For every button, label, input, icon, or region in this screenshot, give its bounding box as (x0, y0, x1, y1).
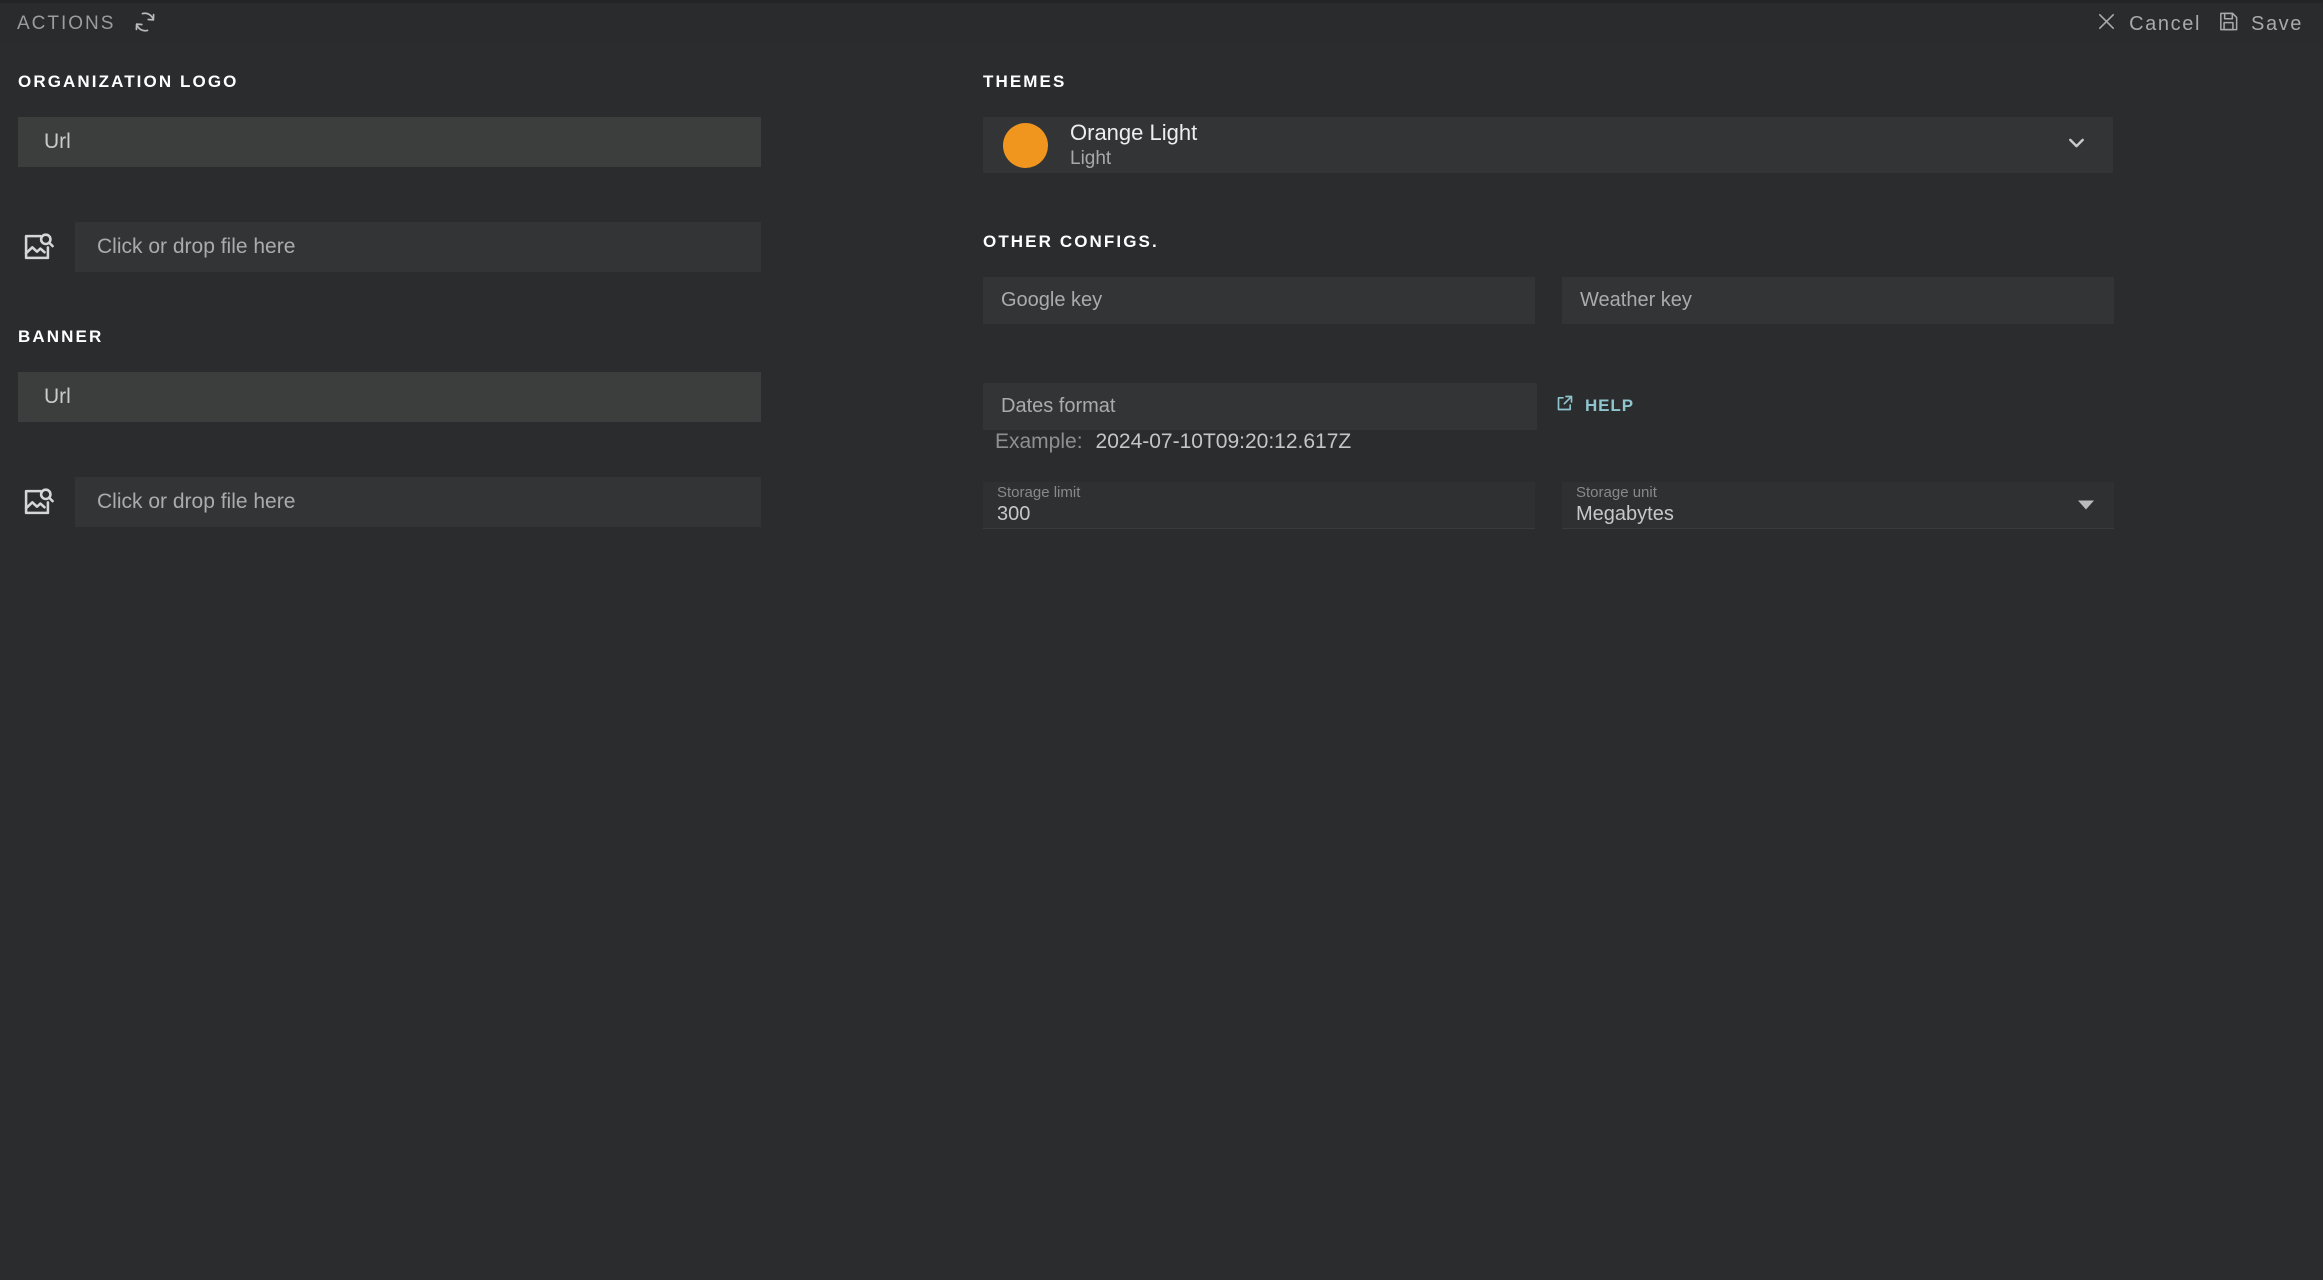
save-floppy-icon (2217, 10, 2240, 39)
storage-limit-label: Storage limit (997, 484, 1081, 502)
dates-format-placeholder: Dates format (1001, 395, 1116, 417)
chevron-down-icon (2064, 130, 2089, 160)
banner-url-input[interactable]: Url (18, 372, 761, 422)
storage-unit-label: Storage unit (1576, 484, 1657, 502)
storage-limit-input[interactable]: Storage limit 300 (983, 482, 1535, 529)
dates-format-example: Example: 2024-07-10T09:20:12.617Z (995, 430, 1351, 454)
organization-logo-file-row: Click or drop file here (18, 222, 761, 272)
actions-label: ACTIONS (17, 13, 116, 34)
weather-key-input[interactable]: Weather key (1562, 277, 2114, 324)
settings-body: ORGANIZATION LOGO Url Click or drop file… (0, 45, 2323, 1280)
caret-down-icon (2078, 500, 2094, 510)
topbar-left-group: ACTIONS (0, 10, 157, 39)
theme-selected-name: Orange Light (1070, 120, 1198, 146)
theme-select[interactable]: Orange Light Light (983, 117, 2113, 173)
save-button-label: Save (2251, 12, 2303, 35)
weather-key-placeholder: Weather key (1580, 289, 1692, 311)
save-button[interactable]: Save (2217, 10, 2303, 39)
banner-url-placeholder: Url (44, 385, 71, 408)
theme-selected-mode: Light (1070, 147, 1112, 169)
dates-format-help-link[interactable]: HELP (1555, 393, 1634, 418)
external-link-icon (1555, 393, 1575, 418)
theme-select-texts: Orange Light Light (1070, 120, 1198, 169)
storage-limit-value: 300 (997, 502, 1031, 525)
google-key-input[interactable]: Google key (983, 277, 1535, 324)
storage-unit-select[interactable]: Storage unit Megabytes (1562, 482, 2114, 529)
banner-dropzone-label: Click or drop file here (97, 490, 296, 513)
organization-logo-url-placeholder: Url (44, 130, 71, 153)
organization-logo-dropzone-label: Click or drop file here (97, 235, 296, 258)
help-link-label: HELP (1585, 395, 1634, 415)
other-configs-title: OTHER CONFIGS. (983, 232, 1159, 251)
theme-color-swatch (1003, 122, 1048, 168)
image-search-icon[interactable] (20, 485, 54, 519)
topbar-right-group: Cancel Save (2095, 10, 2323, 39)
themes-title: THEMES (983, 72, 1067, 91)
dates-format-input[interactable]: Dates format (983, 383, 1537, 430)
google-key-placeholder: Google key (1001, 289, 1103, 311)
close-icon (2095, 10, 2118, 39)
organization-logo-url-input[interactable]: Url (18, 117, 761, 167)
top-action-bar: ACTIONS Cancel Save (0, 0, 2323, 45)
example-value: 2024-07-10T09:20:12.617Z (1095, 430, 1352, 453)
storage-unit-value: Megabytes (1576, 502, 1674, 525)
organization-logo-title: ORGANIZATION LOGO (18, 72, 239, 91)
organization-logo-dropzone[interactable]: Click or drop file here (75, 222, 761, 272)
banner-dropzone[interactable]: Click or drop file here (75, 477, 761, 527)
example-label: Example: (995, 430, 1083, 453)
cancel-button[interactable]: Cancel (2095, 10, 2201, 39)
banner-title: BANNER (18, 327, 104, 346)
refresh-icon[interactable] (133, 10, 157, 39)
image-search-icon[interactable] (20, 230, 54, 264)
banner-file-row: Click or drop file here (18, 477, 761, 527)
cancel-button-label: Cancel (2129, 12, 2201, 35)
